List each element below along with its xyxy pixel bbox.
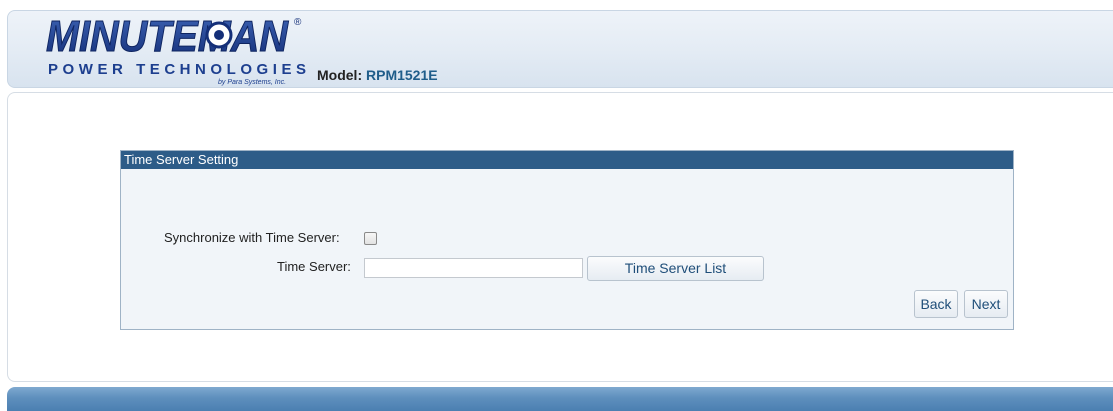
footer-bar (7, 387, 1113, 411)
model-label: Model: (317, 67, 363, 83)
time-server-label: Time Server: (277, 259, 351, 274)
header-banner: MINUTEMAN ® POWER TECHNOLOGIES by Para S… (7, 10, 1113, 88)
svg-text:by Para Systems, Inc.: by Para Systems, Inc. (218, 79, 286, 86)
next-button[interactable]: Next (964, 290, 1008, 318)
model-info: Model: RPM1521E (317, 67, 438, 83)
time-server-list-button[interactable]: Time Server List (587, 256, 764, 281)
back-button[interactable]: Back (914, 290, 958, 318)
panel-title: Time Server Setting (121, 151, 1013, 169)
time-server-input[interactable] (364, 258, 583, 278)
sync-checkbox[interactable] (364, 232, 377, 245)
model-value: RPM1521E (366, 67, 438, 83)
svg-text:POWER TECHNOLOGIES: POWER TECHNOLOGIES (48, 61, 306, 78)
time-server-panel: Time Server Setting Synchronize with Tim… (120, 150, 1014, 330)
sync-label: Synchronize with Time Server: (164, 230, 340, 245)
svg-text:MINUTEMAN: MINUTEMAN (46, 15, 289, 61)
svg-text:®: ® (294, 17, 302, 28)
minuteman-logo: MINUTEMAN ® POWER TECHNOLOGIES by Para S… (46, 15, 336, 89)
